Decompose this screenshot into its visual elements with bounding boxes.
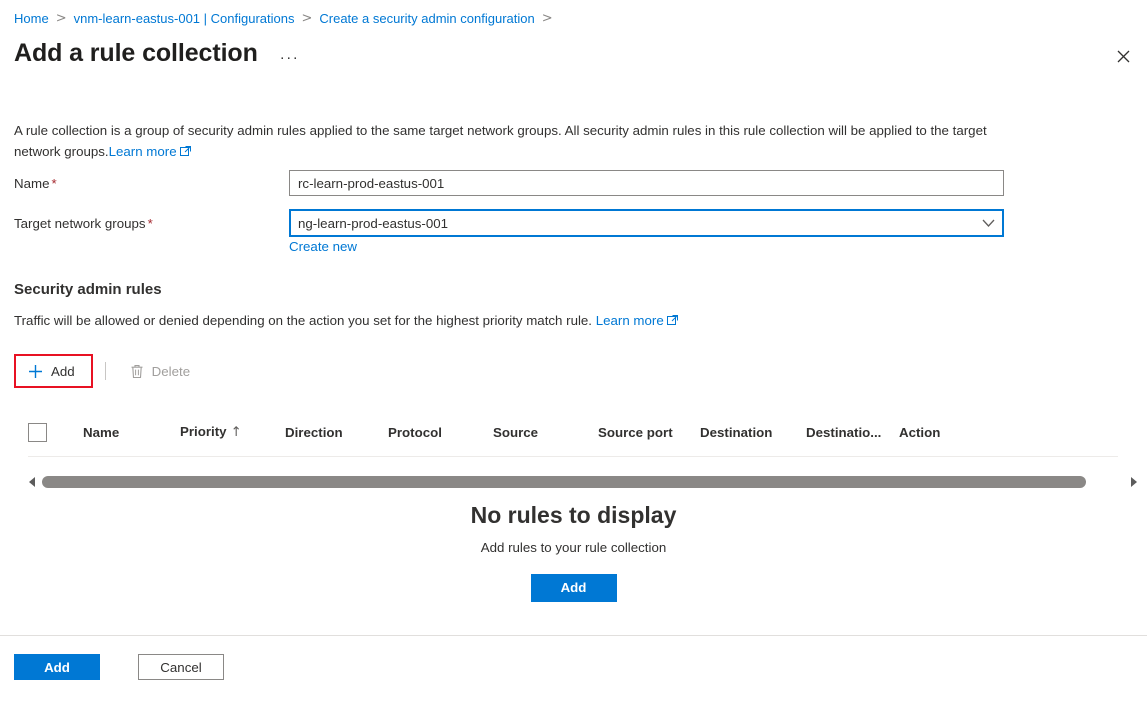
table-header-divider (28, 456, 1118, 457)
breadcrumb-item-configurations[interactable]: vnm-learn-eastus-001 | Configurations (74, 11, 295, 26)
security-admin-rules-subtitle: Traffic will be allowed or denied depend… (14, 313, 678, 329)
footer-actions: Add Cancel (14, 654, 224, 680)
close-icon (1117, 50, 1129, 62)
column-header-destination-port[interactable]: Destinatio... (806, 425, 899, 440)
add-rule-button[interactable]: Add (14, 354, 93, 388)
empty-state-subtitle: Add rules to your rule collection (480, 540, 667, 555)
field-row-name: Name * (14, 170, 1004, 196)
footer-divider (0, 635, 1147, 636)
security-admin-rules-heading: Security admin rules (14, 281, 162, 298)
description-learn-more-link[interactable]: Learn more (109, 144, 191, 159)
empty-state: No rules to display Add rules to your ru… (0, 500, 1147, 602)
required-marker: * (51, 175, 57, 191)
column-header-direction-label: Direction (285, 424, 343, 440)
external-link-icon (179, 142, 191, 163)
breadcrumb-item-home[interactable]: Home (14, 11, 49, 26)
delete-rule-button-label: Delete (151, 363, 191, 379)
column-header-priority[interactable]: Priority ↑ (180, 424, 285, 440)
column-header-destination-label: Destination (700, 424, 773, 440)
sort-ascending-icon: ↑ (230, 425, 242, 440)
column-header-protocol[interactable]: Protocol (388, 425, 493, 440)
rules-learn-more-link[interactable]: Learn more (596, 313, 678, 328)
breadcrumb-item-create-security-admin-configuration[interactable]: Create a security admin configuration (319, 11, 534, 26)
overflow-menu-icon[interactable]: ··· (276, 50, 304, 66)
column-header-source-label: Source (493, 424, 539, 440)
add-rule-button-label: Add (51, 363, 75, 379)
column-header-protocol-label: Protocol (388, 424, 442, 440)
table-horizontal-scrollbar[interactable] (24, 473, 1142, 491)
empty-state-title: No rules to display (470, 502, 677, 528)
target-network-groups-label: Target network groups * (14, 216, 289, 231)
column-header-source-port-label: Source port (598, 424, 673, 440)
breadcrumb-separator-icon: > (301, 10, 313, 26)
blade-description: A rule collection is a group of security… (14, 120, 1008, 163)
scrollbar-track[interactable] (42, 476, 1124, 488)
add-rule-collection-blade: Home > vnm-learn-eastus-001 | Configurat… (0, 0, 1147, 702)
command-separator (104, 362, 106, 380)
column-header-direction[interactable]: Direction (285, 425, 388, 440)
scroll-right-arrow-icon[interactable] (1126, 474, 1142, 490)
name-label-text: Name (14, 175, 50, 191)
learn-more-label: Learn more (595, 313, 664, 328)
column-header-source[interactable]: Source (493, 425, 598, 440)
footer-add-button[interactable]: Add (14, 654, 100, 680)
target-network-groups-label-text: Target network groups (14, 215, 146, 231)
empty-state-add-button[interactable]: Add (530, 574, 617, 602)
column-header-name[interactable]: Name (47, 425, 180, 440)
footer-cancel-button[interactable]: Cancel (138, 654, 224, 680)
scrollbar-thumb[interactable] (42, 476, 1087, 488)
target-network-groups-value: ng-learn-prod-eastus-001 (298, 215, 449, 231)
learn-more-label: Learn more (108, 144, 177, 159)
column-header-destination-port-label: Destinatio... (806, 424, 882, 440)
chevron-down-icon (982, 219, 995, 228)
required-marker: * (147, 215, 153, 231)
title-row: Add a rule collection ··· (14, 36, 303, 70)
external-link-icon (666, 314, 678, 329)
close-button[interactable] (1107, 40, 1139, 72)
select-all-checkbox[interactable] (28, 422, 47, 442)
column-header-priority-label: Priority (180, 424, 227, 439)
breadcrumb: Home > vnm-learn-eastus-001 | Configurat… (14, 8, 560, 28)
name-input[interactable] (289, 170, 1004, 196)
security-admin-rules-subtitle-text: Traffic will be allowed or denied depend… (14, 313, 593, 328)
column-header-name-label: Name (83, 424, 120, 440)
plus-icon (28, 364, 43, 379)
breadcrumb-separator-icon: > (541, 10, 553, 26)
trash-icon (130, 364, 144, 379)
breadcrumb-separator-icon: > (55, 10, 67, 26)
column-header-destination[interactable]: Destination (700, 425, 806, 440)
create-new-network-group-link[interactable]: Create new (289, 239, 357, 254)
target-network-groups-dropdown[interactable]: ng-learn-prod-eastus-001 (289, 209, 1004, 237)
delete-rule-button[interactable]: Delete (118, 354, 202, 388)
column-header-source-port[interactable]: Source port (598, 425, 700, 440)
column-header-action-label: Action (899, 424, 941, 440)
scroll-left-arrow-icon[interactable] (24, 474, 40, 490)
column-header-action[interactable]: Action (899, 425, 940, 440)
rules-command-bar: Add Delete (14, 354, 202, 388)
rules-table-header: Name Priority ↑ Direction Protocol Source… (28, 414, 1118, 450)
page-title: Add a rule collection (14, 39, 258, 67)
name-label: Name * (14, 176, 289, 191)
field-row-target-network-groups: Target network groups * ng-learn-prod-eas… (14, 209, 1004, 237)
